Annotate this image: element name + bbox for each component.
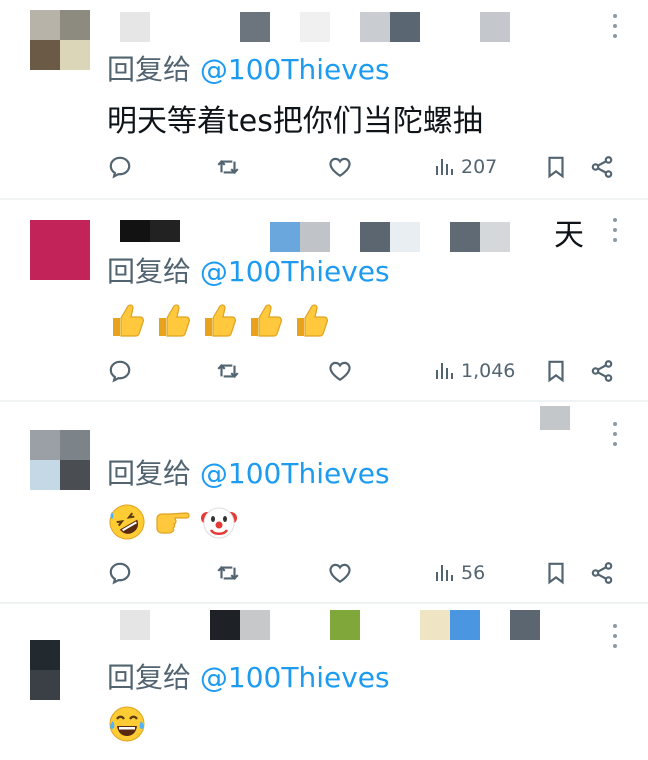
views-count: 207 — [461, 156, 498, 178]
bookmark-button[interactable] — [543, 356, 569, 386]
thumbs-up-emoji — [113, 304, 144, 337]
views-icon — [436, 363, 453, 379]
more-options-icon[interactable] — [606, 422, 624, 446]
reply-to-handle[interactable]: @100Thieves — [200, 661, 390, 694]
like-icon — [329, 361, 351, 381]
reply-emojis — [107, 500, 239, 544]
views-button[interactable]: 56 — [433, 558, 485, 588]
action-bar: 1,046 — [107, 356, 617, 386]
bookmark-button[interactable] — [543, 152, 569, 182]
reply-to-line: 回复给 @100Thieves — [107, 452, 390, 492]
reply-to-line: 回复给 @100Thieves — [107, 48, 390, 88]
reply-2[interactable]: 天 回复给 @100Thieves 1,046 — [0, 200, 648, 400]
thumbs-up-emoji — [251, 304, 282, 337]
clown-face-emoji — [201, 507, 237, 539]
thumbs-up-emoji — [297, 304, 328, 337]
reply-button[interactable] — [107, 356, 133, 386]
reply-to-line: 回复给 @100Thieves — [107, 656, 390, 696]
reply-to-label: 回复给 — [107, 255, 200, 288]
reply-button[interactable] — [107, 558, 133, 588]
reply-icon — [109, 562, 131, 585]
action-bar: 56 — [107, 558, 617, 588]
views-count: 1,046 — [461, 360, 516, 382]
more-options-icon[interactable] — [606, 624, 624, 648]
retweet-button[interactable] — [215, 558, 241, 588]
share-icon — [591, 156, 613, 178]
avatar[interactable] — [30, 640, 90, 700]
share-icon — [591, 360, 613, 382]
bookmark-icon — [548, 156, 564, 179]
reply-to-line: 回复给 @100Thieves — [107, 250, 390, 290]
reply-to-handle[interactable]: @100Thieves — [200, 457, 390, 490]
reply-to-handle[interactable]: @100Thieves — [200, 53, 390, 86]
bookmark-icon — [548, 562, 564, 585]
reply-1[interactable]: 回复给 @100Thieves 明天等着tes把你们当陀螺抽 207 — [0, 0, 648, 198]
reply-emojis — [107, 298, 331, 342]
more-options-icon[interactable] — [606, 14, 624, 38]
retweet-button[interactable] — [215, 152, 241, 182]
views-icon — [436, 565, 453, 581]
reply-to-label: 回复给 — [107, 661, 200, 694]
thumbs-up-emoji — [205, 304, 236, 337]
retweet-icon — [217, 160, 239, 174]
views-count: 56 — [461, 562, 486, 584]
share-button[interactable] — [589, 558, 615, 588]
like-icon — [329, 157, 351, 177]
reply-icon — [109, 156, 131, 179]
share-button[interactable] — [589, 152, 615, 182]
views-button[interactable]: 1,046 — [433, 356, 515, 386]
reply-to-label: 回复给 — [107, 53, 200, 86]
views-button[interactable]: 207 — [433, 152, 497, 182]
author-name-fragment: 天 — [554, 218, 584, 253]
avatar[interactable] — [30, 430, 90, 490]
reply-to-handle[interactable]: @100Thieves — [200, 255, 390, 288]
like-icon — [329, 563, 351, 583]
reply-emojis — [107, 702, 147, 746]
bookmark-button[interactable] — [543, 558, 569, 588]
reply-to-label: 回复给 — [107, 457, 200, 490]
action-bar: 207 — [107, 152, 617, 182]
reply-button[interactable] — [107, 152, 133, 182]
reply-icon — [109, 360, 131, 383]
pointing-right-emoji — [156, 512, 190, 534]
avatar[interactable] — [30, 220, 90, 280]
reply-4[interactable]: 回复给 @100Thieves — [0, 604, 648, 760]
share-icon — [591, 562, 613, 584]
retweet-icon — [217, 566, 239, 580]
retweet-icon — [217, 364, 239, 378]
retweet-button[interactable] — [215, 356, 241, 386]
face-with-tears-of-joy-emoji — [109, 706, 145, 742]
thumbs-up-emoji — [159, 304, 190, 337]
avatar[interactable] — [30, 10, 90, 70]
like-button[interactable] — [327, 356, 353, 386]
bookmark-icon — [548, 360, 564, 383]
views-icon — [436, 159, 453, 175]
rolling-on-floor-laughing-emoji — [109, 504, 145, 540]
like-button[interactable] — [327, 558, 353, 588]
more-options-icon[interactable] — [606, 218, 624, 242]
share-button[interactable] — [589, 356, 615, 386]
reply-3[interactable]: 回复给 @100Thieves 56 — [0, 402, 648, 602]
like-button[interactable] — [327, 152, 353, 182]
reply-text: 明天等着tes把你们当陀螺抽 — [107, 104, 483, 139]
